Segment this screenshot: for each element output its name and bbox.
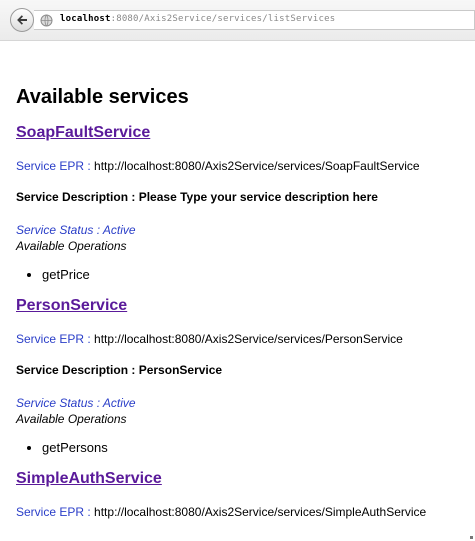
epr-url: http://localhost:8080/Axis2Service/servi…	[94, 332, 403, 346]
service-status: Service Status : Active	[16, 223, 136, 237]
address-bar[interactable]: localhost:8080/Axis2Service/services/lis…	[34, 10, 475, 30]
service-description: Service Description : PersonService	[16, 363, 223, 377]
arrow-left-icon	[17, 15, 27, 25]
epr-url: http://localhost:8080/Axis2Service/servi…	[94, 505, 427, 519]
epr-label: Service EPR :	[16, 505, 91, 519]
operation-item: getPersons	[42, 440, 466, 456]
scrollbar-indicator[interactable]	[470, 536, 473, 539]
operations-label: Available Operations	[16, 412, 127, 426]
epr-label: Service EPR :	[16, 159, 91, 173]
operations-list: getPrice	[16, 267, 466, 283]
operations-list: getPersons	[16, 440, 466, 456]
service-epr: Service EPR : http://localhost:8080/Axis…	[16, 505, 466, 519]
epr-url: http://localhost:8080/Axis2Service/servi…	[94, 159, 420, 173]
service-epr: Service EPR : http://localhost:8080/Axis…	[16, 332, 466, 346]
service-link-simpleauthservice[interactable]: SimpleAuthService	[16, 470, 466, 488]
service-status: Service Status : Active	[16, 396, 136, 410]
operation-item: getPrice	[42, 267, 466, 283]
service-link-personservice[interactable]: PersonService	[16, 297, 466, 315]
service-link-soapfaultservice[interactable]: SoapFaultService	[16, 124, 466, 142]
url-text: localhost:8080/Axis2Service/services/lis…	[60, 14, 335, 24]
operations-label: Available Operations	[16, 239, 127, 253]
epr-label: Service EPR :	[16, 332, 91, 346]
page-title: Available services	[16, 86, 189, 108]
url-host: localhost	[60, 14, 111, 24]
browser-toolbar: localhost:8080/Axis2Service/services/lis…	[0, 0, 475, 41]
service-epr: Service EPR : http://localhost:8080/Axis…	[16, 159, 466, 173]
globe-icon	[40, 14, 53, 27]
service-description: Service Description : Please Type your s…	[16, 190, 378, 204]
back-button[interactable]	[10, 8, 34, 32]
page-content: Available services SoapFaultService Serv…	[16, 86, 466, 519]
url-path: :8080/Axis2Service/services/listServices	[110, 14, 336, 24]
